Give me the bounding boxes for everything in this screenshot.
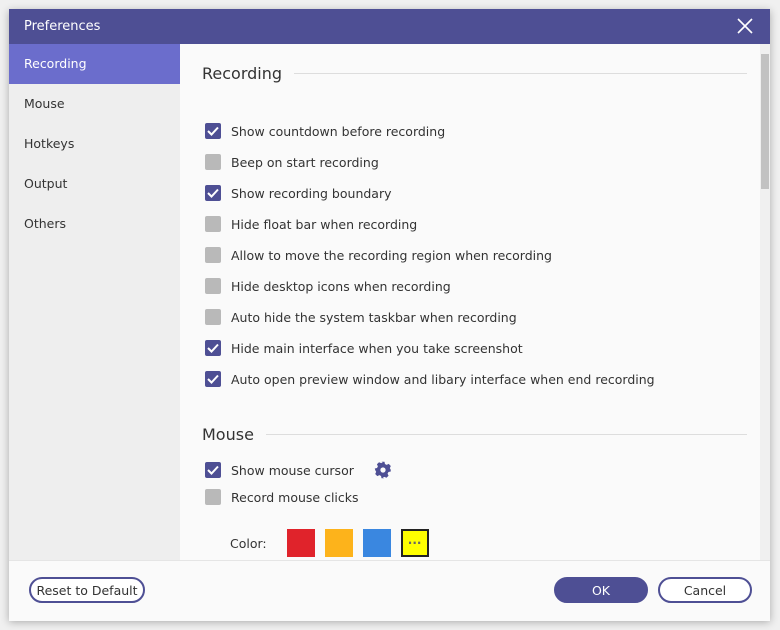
checkbox[interactable] [205, 247, 221, 263]
dialog-footer: Reset to Default OK Cancel [9, 560, 770, 621]
checkbox[interactable] [205, 489, 221, 505]
recording-option-checkbox[interactable]: Show recording boundary [205, 185, 392, 201]
recording-option-checkbox[interactable]: Hide desktop icons when recording [205, 278, 451, 294]
show-mouse-cursor-checkbox[interactable]: Show mouse cursor [205, 461, 392, 479]
option-label: Beep on start recording [231, 154, 379, 170]
option-label: Auto open preview window and libary inte… [231, 371, 655, 387]
recording-option-checkbox[interactable]: Hide float bar when recording [205, 216, 417, 232]
dialog-title: Preferences [24, 19, 101, 34]
option-label: Show recording boundary [231, 185, 392, 201]
recording-option-checkbox[interactable]: Hide main interface when you take screen… [205, 340, 523, 356]
color-swatch-blue[interactable] [362, 529, 391, 557]
record-mouse-clicks-checkbox[interactable]: Record mouse clicks [205, 489, 359, 505]
close-icon[interactable] [736, 17, 754, 35]
cancel-button[interactable]: Cancel [658, 577, 752, 603]
checkbox[interactable] [205, 216, 221, 232]
recording-option-checkbox[interactable]: Show countdown before recording [205, 123, 445, 139]
preferences-dialog: Preferences Recording Mouse Hotkeys Outp… [9, 9, 770, 621]
checkbox[interactable] [205, 462, 221, 478]
recording-option-checkbox[interactable]: Allow to move the recording region when … [205, 247, 552, 263]
option-label: Allow to move the recording region when … [231, 247, 552, 263]
checkbox[interactable] [205, 340, 221, 356]
sidebar-item-hotkeys[interactable]: Hotkeys [9, 124, 180, 164]
option-label: Auto hide the system taskbar when record… [231, 309, 517, 325]
sidebar-item-output[interactable]: Output [9, 164, 180, 204]
option-label: Hide main interface when you take screen… [231, 340, 523, 356]
checkbox[interactable] [205, 278, 221, 294]
checkbox[interactable] [205, 123, 221, 139]
section-heading-recording: Recording [202, 64, 747, 83]
ok-button[interactable]: OK [554, 577, 648, 603]
sidebar: Recording Mouse Hotkeys Output Others [9, 44, 180, 560]
settings-panel: Recording Show countdown before recordin… [180, 44, 770, 560]
color-swatch-orange[interactable] [324, 529, 353, 557]
reset-to-default-button[interactable]: Reset to Default [29, 577, 145, 603]
option-label: Show countdown before recording [231, 123, 446, 139]
title-bar: Preferences [9, 9, 770, 44]
custom-color-button[interactable]: ··· [400, 529, 429, 557]
recording-option-checkbox[interactable]: Beep on start recording [205, 154, 379, 170]
checkbox[interactable] [205, 309, 221, 325]
sidebar-item-mouse[interactable]: Mouse [9, 84, 180, 124]
recording-option-checkbox[interactable]: Auto open preview window and libary inte… [205, 371, 655, 387]
gear-icon[interactable] [374, 461, 392, 479]
sidebar-item-recording[interactable]: Recording [9, 44, 180, 84]
scrollbar[interactable] [760, 44, 770, 560]
click-color-picker: Color: ··· [230, 529, 429, 557]
checkbox[interactable] [205, 185, 221, 201]
checkbox[interactable] [205, 154, 221, 170]
checkbox[interactable] [205, 371, 221, 387]
recording-option-checkbox[interactable]: Auto hide the system taskbar when record… [205, 309, 517, 325]
section-heading-mouse: Mouse [202, 425, 747, 444]
color-swatch-red[interactable] [286, 529, 315, 557]
sidebar-item-others[interactable]: Others [9, 204, 180, 244]
option-label: Hide float bar when recording [231, 216, 418, 232]
option-label: Hide desktop icons when recording [231, 278, 451, 294]
scrollbar-thumb[interactable] [761, 54, 769, 189]
